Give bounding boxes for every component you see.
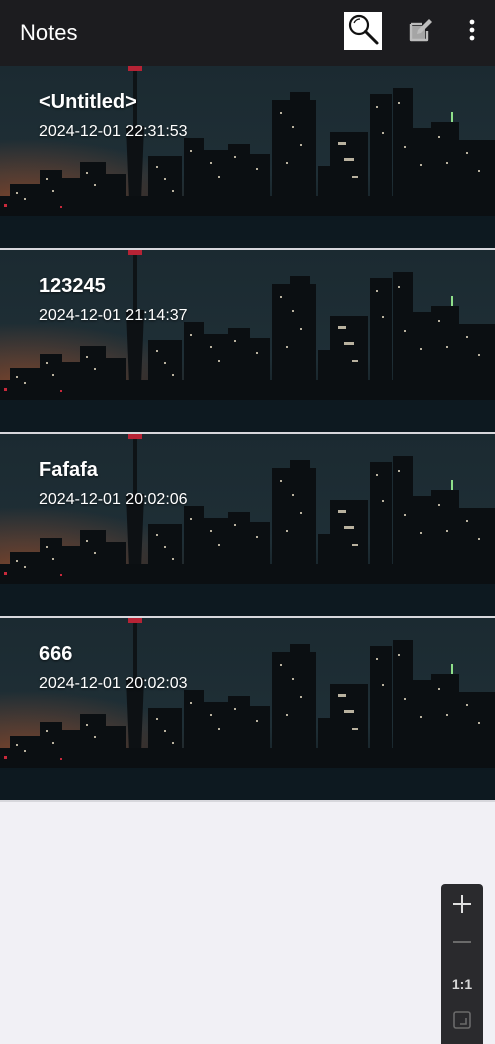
- minus-icon: [451, 931, 473, 958]
- note-timestamp: 2024-12-01 21:14:37: [39, 307, 188, 324]
- zoom-controls: 1:1: [441, 884, 483, 1044]
- app-title: Notes: [20, 20, 78, 45]
- zoom-reset-button[interactable]: 1:1: [441, 964, 483, 1004]
- note-title: 123245: [39, 275, 106, 297]
- note-title: 666: [39, 643, 73, 665]
- note-timestamp: 2024-12-01 22:31:53: [39, 123, 188, 140]
- plus-icon: [451, 893, 473, 920]
- note-card[interactable]: 123245 2024-12-01 21:14:37: [0, 250, 495, 434]
- fit-screen-icon: [452, 1010, 472, 1035]
- search-button[interactable]: [344, 12, 382, 50]
- note-timestamp: 2024-12-01 20:02:03: [39, 675, 188, 692]
- city-skyline-background: [0, 618, 495, 800]
- note-card[interactable]: Fafafa 2024-12-01 20:02:06: [0, 434, 495, 618]
- search-icon: [346, 12, 380, 51]
- fit-screen-button[interactable]: [441, 1002, 483, 1042]
- note-card[interactable]: 666 2024-12-01 20:02:03: [0, 618, 495, 802]
- notes-app: Notes <Untitled> 2024-12-01 22:31:53 123…: [0, 0, 495, 1044]
- more-vert-icon: [468, 18, 476, 47]
- more-options-button[interactable]: [456, 12, 488, 52]
- zoom-out-button[interactable]: [441, 924, 483, 964]
- notes-list: <Untitled> 2024-12-01 22:31:53 123245 20…: [0, 66, 495, 802]
- note-title: Fafafa: [39, 459, 98, 481]
- zoom-in-button[interactable]: [441, 886, 483, 926]
- app-toolbar: Notes: [0, 0, 495, 66]
- note-timestamp: 2024-12-01 20:02:06: [39, 491, 188, 508]
- note-card[interactable]: <Untitled> 2024-12-01 22:31:53: [0, 66, 495, 250]
- note-title: <Untitled>: [39, 91, 137, 113]
- edit-note-icon: [408, 17, 434, 48]
- new-note-button[interactable]: [402, 12, 440, 52]
